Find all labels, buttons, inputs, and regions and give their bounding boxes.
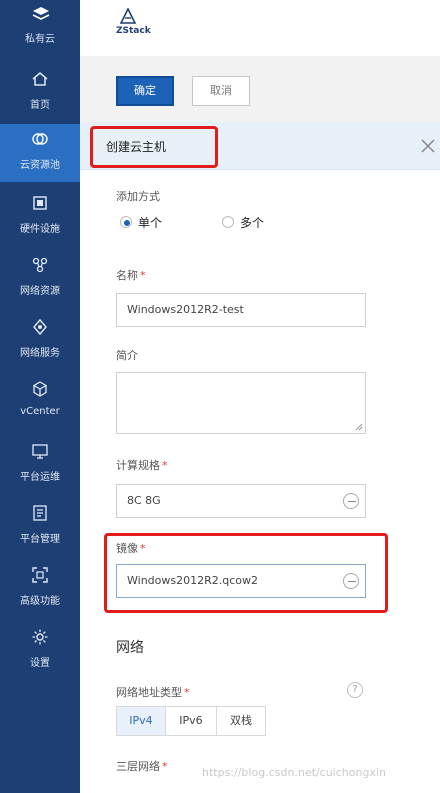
- brand-header: ZStack: [80, 0, 440, 56]
- zstack-logo-icon: [120, 8, 136, 24]
- logo-label: 私有云: [25, 34, 55, 45]
- home-icon: [32, 72, 48, 86]
- l3-network-label: 三层网络 *: [116, 758, 168, 774]
- required-mark: *: [184, 686, 190, 699]
- radio-multiple[interactable]: [222, 216, 234, 228]
- sidebar-item-platform-manage[interactable]: 平台管理: [0, 498, 80, 556]
- image-select[interactable]: Windows2012R2.qcow2: [116, 564, 366, 598]
- settings-icon: [32, 629, 48, 645]
- net-type-ipv6[interactable]: IPv6: [165, 706, 217, 736]
- required-mark: *: [162, 459, 168, 472]
- platform-ops-icon: [32, 444, 48, 459]
- sidebar: 私有云 首页 云资源池 硬件设施 网络资源 网络服务 vCenter 平台运维 …: [0, 0, 80, 793]
- image-value: Windows2012R2.qcow2: [127, 574, 258, 587]
- advanced-icon: [32, 567, 48, 583]
- sidebar-item-label: 首页: [30, 100, 50, 111]
- required-mark: *: [140, 542, 146, 555]
- sidebar-item-cloud-pool[interactable]: 云资源池: [0, 124, 80, 182]
- radio-single[interactable]: [120, 216, 132, 228]
- net-type-ipv4[interactable]: IPv4: [116, 706, 166, 736]
- required-mark: *: [162, 760, 168, 773]
- radio-multiple-label[interactable]: 多个: [240, 214, 264, 231]
- radio-single-label[interactable]: 单个: [138, 214, 162, 231]
- help-icon[interactable]: ?: [347, 682, 363, 698]
- network-resource-icon: [32, 257, 48, 273]
- name-input[interactable]: Windows2012R2-test: [116, 293, 366, 327]
- resize-handle-icon[interactable]: [355, 423, 363, 431]
- cancel-button[interactable]: 取消: [192, 76, 250, 106]
- logo-icon: [32, 7, 50, 20]
- sidebar-item-label: 高级功能: [20, 596, 60, 607]
- watermark: https://blog.csdn.net/cuichongxin: [202, 766, 386, 779]
- platform-manage-icon: [33, 505, 47, 521]
- sidebar-item-label: 云资源池: [20, 160, 60, 171]
- sidebar-item-network-resource[interactable]: 网络资源: [0, 250, 80, 308]
- action-toolbar: 确定 取消: [80, 56, 440, 122]
- sidebar-item-network-service[interactable]: 网络服务: [0, 312, 80, 370]
- dialog-title-bar: 创建云主机: [80, 122, 440, 170]
- name-label: 名称 *: [116, 267, 146, 283]
- cloud-pool-icon: [32, 133, 48, 145]
- brand-name: ZStack: [116, 26, 151, 36]
- sidebar-item-platform-ops[interactable]: 平台运维: [0, 436, 80, 494]
- required-mark: *: [140, 269, 146, 282]
- network-service-icon: [33, 318, 47, 336]
- description-textarea[interactable]: [116, 372, 366, 434]
- remove-image-icon[interactable]: [343, 573, 359, 589]
- sidebar-item-label: 网络服务: [20, 348, 60, 359]
- spec-select[interactable]: 8C 8G: [116, 484, 366, 518]
- image-label-text: 镜像: [116, 542, 138, 555]
- add-method-radio-group: 单个 多个: [116, 214, 316, 232]
- confirm-button[interactable]: 确定: [116, 76, 174, 106]
- sidebar-item-label: vCenter: [20, 406, 60, 417]
- network-section-title: 网络: [116, 640, 144, 656]
- sidebar-item-label: 网络资源: [20, 286, 60, 297]
- net-type-label-text: 网络地址类型: [116, 686, 182, 699]
- sidebar-item-label: 平台管理: [20, 534, 60, 545]
- l3-network-label-text: 三层网络: [116, 760, 160, 773]
- description-label: 简介: [116, 349, 138, 362]
- hardware-icon: [33, 196, 47, 210]
- remove-spec-icon[interactable]: [343, 493, 359, 509]
- sidebar-item-home[interactable]: 首页: [0, 64, 80, 122]
- sidebar-item-label: 硬件设施: [20, 224, 60, 235]
- sidebar-item-settings[interactable]: 设置: [0, 622, 80, 680]
- sidebar-item-label: 设置: [30, 658, 50, 669]
- page-title: 创建云主机: [106, 140, 167, 154]
- close-icon[interactable]: [418, 136, 438, 156]
- spec-label: 计算规格 *: [116, 457, 168, 473]
- spec-value: 8C 8G: [127, 494, 161, 507]
- net-type-label: 网络地址类型 *: [116, 684, 190, 700]
- add-method-label: 添加方式: [116, 190, 160, 203]
- sidebar-item-hardware[interactable]: 硬件设施: [0, 188, 80, 246]
- logo[interactable]: 私有云: [0, 0, 80, 56]
- sidebar-item-vcenter[interactable]: vCenter: [0, 374, 80, 432]
- net-type-dual-stack[interactable]: 双栈: [216, 706, 266, 736]
- spec-label-text: 计算规格: [116, 459, 160, 472]
- sidebar-item-advanced[interactable]: 高级功能: [0, 560, 80, 618]
- name-label-text: 名称: [116, 269, 138, 282]
- sidebar-item-label: 平台运维: [20, 472, 60, 483]
- image-label: 镜像 *: [116, 540, 146, 556]
- vcenter-icon: [33, 381, 47, 397]
